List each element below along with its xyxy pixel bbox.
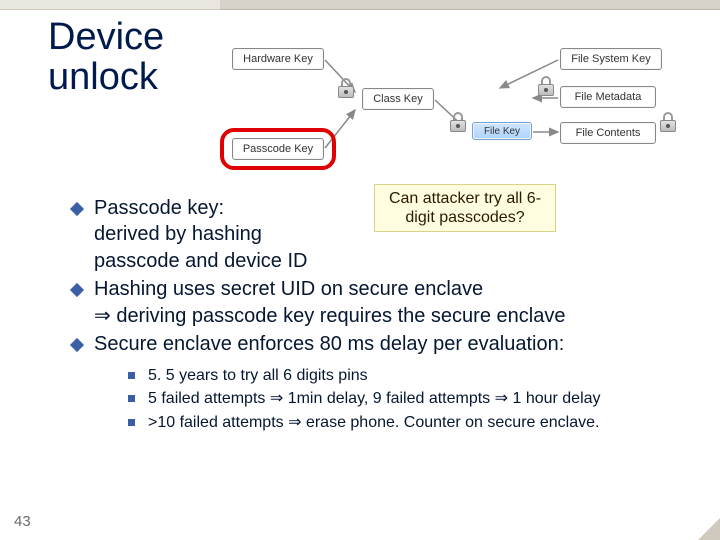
corner-fold-icon <box>698 518 720 540</box>
lock-icon <box>450 112 466 132</box>
bullet-item: Passcode key: derived by hashing passcod… <box>72 195 700 274</box>
bullet-text: ⇒ deriving passcode key requires the sec… <box>94 305 565 327</box>
lock-icon <box>338 78 354 98</box>
bullet-item: Secure enclave enforces 80 ms delay per … <box>72 331 700 357</box>
slide-title: Device unlock <box>48 18 164 98</box>
page-number: 43 <box>14 513 31 530</box>
lock-icon <box>660 112 676 132</box>
slide: Device unlock Hardware Key Passcode Key … <box>0 0 720 540</box>
content-area: Passcode key: derived by hashing passcod… <box>72 195 700 435</box>
bullet-text: derived by hashing <box>94 223 262 245</box>
bullet-text: passcode and device ID <box>94 250 307 272</box>
lock-icon <box>538 76 554 96</box>
sub-bullet-item: >10 failed attempts ⇒ erase phone. Count… <box>128 412 700 433</box>
bullet-text: Secure enclave enforces 80 ms delay per … <box>94 333 564 355</box>
sub-bullet-item: 5. 5 years to try all 6 digits pins <box>128 365 700 386</box>
file-contents-box: File Contents <box>560 122 656 144</box>
key-hierarchy-diagram: Hardware Key Passcode Key Class Key File… <box>210 20 690 175</box>
file-system-key-box: File System Key <box>560 48 662 70</box>
class-key-box: Class Key <box>362 88 434 110</box>
file-metadata-box: File Metadata <box>560 86 656 108</box>
hardware-key-box: Hardware Key <box>232 48 324 70</box>
bullet-item: Hashing uses secret UID on secure enclav… <box>72 276 700 329</box>
bullet-text: Passcode key: <box>94 197 224 219</box>
sub-bullet-list: 5. 5 years to try all 6 digits pins 5 fa… <box>128 365 700 432</box>
top-accent-bar <box>0 0 720 10</box>
file-key-box: File Key <box>472 122 532 140</box>
passcode-key-highlight <box>220 128 336 170</box>
bullet-text: Hashing uses secret UID on secure enclav… <box>94 278 483 300</box>
sub-bullet-item: 5 failed attempts ⇒ 1min delay, 9 failed… <box>128 388 700 409</box>
